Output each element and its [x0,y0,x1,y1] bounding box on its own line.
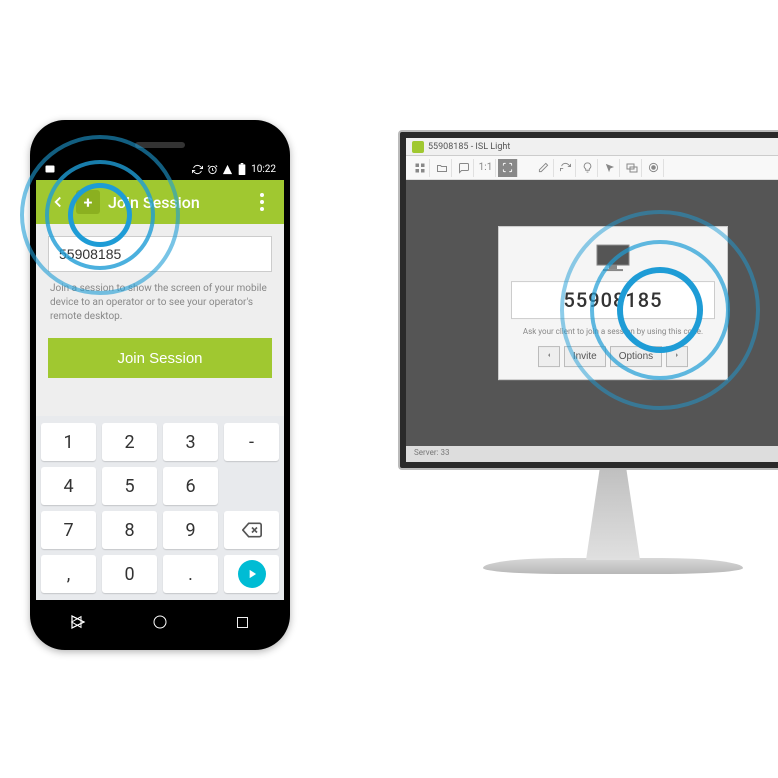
android-status-bar: 10:22 [36,158,284,180]
nav-back-button[interactable] [55,600,99,644]
key-1[interactable]: 1 [41,423,96,461]
options-button[interactable]: Options [610,346,662,367]
record-icon[interactable] [644,159,664,177]
status-time: 10:22 [251,164,276,175]
monitor-base [483,558,743,574]
key-5[interactable]: 5 [102,467,157,505]
send-icon [238,560,266,588]
chevron-left-icon [545,351,553,359]
app-toolbar: 1:1 [406,156,778,180]
key-period[interactable]: . [163,555,218,593]
join-session-button[interactable]: Join Session [48,338,272,378]
session-code-input[interactable] [48,236,272,272]
key-dash[interactable]: - [224,423,279,461]
back-button[interactable] [40,184,76,220]
key-4[interactable]: 4 [41,467,96,505]
nav-home-button[interactable] [138,600,182,644]
alarm-icon [206,163,218,175]
session-panel: 55908185 Ask your client to join a sessi… [498,226,728,380]
window-title-text: 55908185 - ISL Light [428,142,510,152]
phone-frame: 10:22 + Join Session Join a session to s… [36,126,284,644]
sync-icon [191,163,203,175]
key-send[interactable] [224,555,279,593]
phone-content: Join a session to show the screen of you… [36,224,284,416]
key-backspace[interactable] [224,511,279,549]
monitor-device: 55908185 - ISL Light 1:1 55 [398,130,778,574]
key-3[interactable]: 3 [163,423,218,461]
phone-speaker [135,142,185,148]
chevron-right-icon [673,351,681,359]
nav-recent-button[interactable] [221,600,265,644]
status-line: Server: 33 [406,446,778,462]
key-6[interactable]: 6 [163,467,218,505]
app-bar: + Join Session [36,180,284,224]
signal-icon [221,163,233,175]
key-8[interactable]: 8 [102,511,157,549]
ratio-button[interactable]: 1:1 [476,159,496,177]
pointer-icon[interactable] [600,159,620,177]
key-2[interactable]: 2 [102,423,157,461]
key-7[interactable]: 7 [41,511,96,549]
key-9[interactable]: 9 [163,511,218,549]
session-hint-text: Ask your client to join a session by usi… [511,327,715,336]
phone-device: 10:22 + Join Session Join a session to s… [30,120,290,650]
monitor-screen: 55908185 - ISL Light 1:1 55 [406,138,778,462]
app-logo-icon: + [76,190,100,214]
key-comma[interactable]: , [41,555,96,593]
android-nav-bar [36,600,284,644]
numeric-keyboard: 1 2 3 - 4 5 6 7 8 9 , 0 [36,416,284,600]
chat-icon[interactable] [454,159,474,177]
fullscreen-icon[interactable] [498,159,518,177]
screens-icon[interactable] [622,159,642,177]
window-title-bar: 55908185 - ISL Light [406,138,778,156]
app-bar-title: Join Session [108,193,244,212]
folder-icon[interactable] [432,159,452,177]
refresh-icon[interactable] [556,159,576,177]
next-button[interactable] [666,346,688,367]
edit-icon[interactable] [534,159,554,177]
more-vert-icon [260,193,264,211]
bulb-icon[interactable] [578,159,598,177]
app-window-logo-icon [412,141,424,153]
key-empty [224,467,279,505]
grid-icon[interactable] [410,159,430,177]
monitor-bezel: 55908185 - ISL Light 1:1 55 [398,130,778,470]
monitor-stand [568,470,658,560]
backspace-icon [242,520,262,540]
notification-icon [44,163,56,175]
key-0[interactable]: 0 [102,555,157,593]
monitor-icon [595,243,631,273]
battery-icon [236,163,248,175]
invite-button[interactable]: Invite [564,346,606,367]
session-code-display: 55908185 [511,281,715,319]
prev-button[interactable] [538,346,560,367]
overflow-menu-button[interactable] [244,184,280,220]
helper-text: Join a session to show the screen of you… [50,282,270,324]
